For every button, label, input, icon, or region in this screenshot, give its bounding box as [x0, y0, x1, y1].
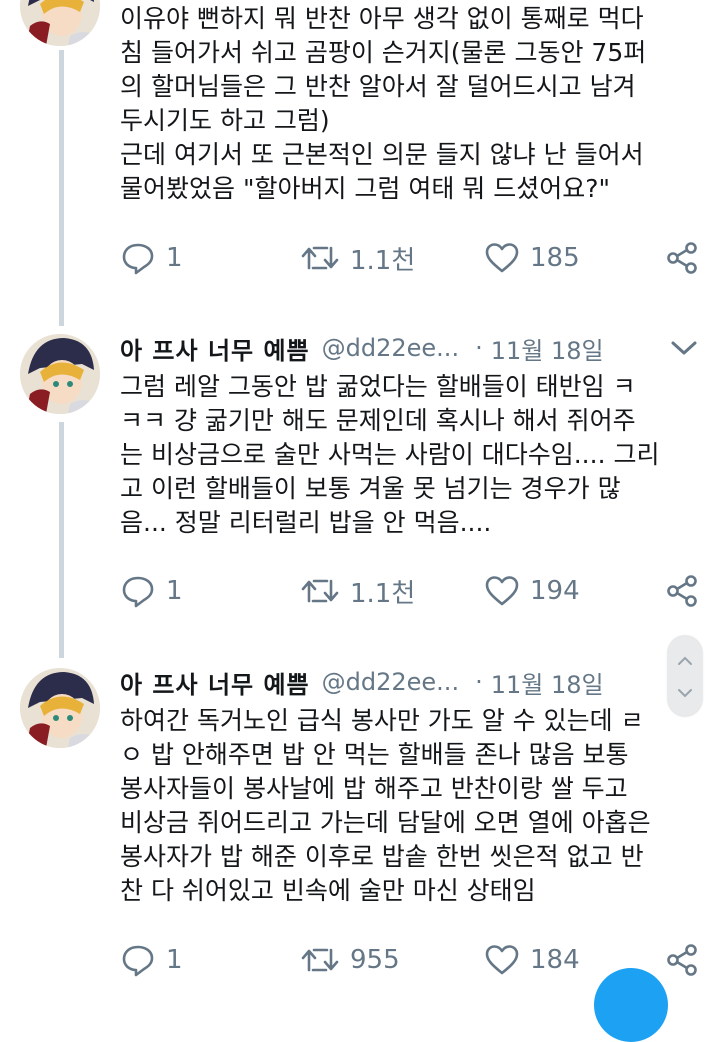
compose-tweet-button[interactable] [594, 968, 668, 1042]
more-options-button[interactable] [666, 330, 702, 366]
reply-count: 1 [166, 945, 183, 975]
retweet-button[interactable]: 955 [300, 940, 400, 980]
tweet-line: 의 할머님들은 그 반찬 알아서 잘 덜어드시고 남겨 [120, 72, 636, 101]
reply-count: 1 [166, 576, 183, 606]
share-button[interactable] [664, 940, 710, 980]
tweet-line: 고 이런 할배들이 보통 겨울 못 넘기는 경우가 많 [120, 474, 621, 503]
fast-scroll-handle[interactable] [668, 636, 702, 716]
retweet-button[interactable]: 1.1천 [300, 571, 415, 611]
thread-line-1 [59, 50, 64, 326]
retweet-icon [301, 246, 339, 270]
tweet-line: 비상금 쥐어드리고 가는데 담달에 오면 열에 아홉은 [120, 808, 651, 837]
tweet-actions: 1 1.1천 194 [120, 571, 710, 611]
like-count: 184 [530, 945, 580, 975]
like-count: 185 [530, 243, 580, 273]
tweet-text: 이유야 뻔하지 뭐 반찬 아무 생각 없이 통째로 먹다 침 들어가서 쉬고 곰… [120, 2, 700, 206]
author-name[interactable]: 아 프사 너무 예쁨 [120, 331, 310, 366]
tweet-line: 찬 다 쉬어있고 빈속에 술만 마신 상태임 [120, 876, 536, 905]
chevron-down-icon [671, 341, 697, 355]
tweet-date[interactable]: 11월 18일 [491, 331, 604, 366]
tweet-header: 아 프사 너무 예쁨 @dd22ee... · 11월 18일 [120, 664, 604, 700]
share-icon [667, 242, 697, 274]
tweet-line: ㅇ 밥 안해주면 밥 안 먹는 할배들 존나 많음 보통 [120, 740, 629, 769]
tweet-line: 이유야 뻔하지 뭐 반찬 아무 생각 없이 통째로 먹다 [120, 4, 644, 33]
tweet-line: 침 들어가서 쉬고 곰팡이 슨거지(물론 그동안 75퍼 [120, 38, 647, 67]
tweet-line: 물어봤었음 "할아버지 그럼 여태 뭐 드셨어요?" [120, 174, 611, 203]
heart-icon [485, 945, 519, 975]
tweet-line: 봉사자들이 봉사날에 밥 해주고 반찬이랑 쌀 두고 [120, 774, 628, 803]
like-button[interactable]: 185 [484, 238, 580, 278]
tweet-line: 근데 여기서 또 근본적인 의문 들지 않냐 난 들어서 [120, 140, 644, 169]
tweet-text: 하여간 독거노인 급식 봉사만 가도 알 수 있는데 ㄹ ㅇ 밥 안해주면 밥 … [120, 704, 700, 908]
reply-icon [122, 243, 154, 275]
tweet-actions: 1 1.1천 185 [120, 238, 710, 278]
like-button[interactable]: 194 [484, 571, 580, 611]
reply-button[interactable]: 1 [120, 238, 183, 278]
tweet-date[interactable]: 11월 18일 [491, 665, 604, 700]
heart-icon [485, 576, 519, 606]
retweet-count: 955 [350, 945, 400, 975]
reply-button[interactable]: 1 [120, 940, 183, 980]
like-count: 194 [530, 576, 580, 606]
separator-dot: · [475, 668, 483, 696]
share-button[interactable] [664, 238, 710, 278]
share-icon [667, 575, 697, 607]
reply-button[interactable]: 1 [120, 571, 183, 611]
reply-icon [122, 576, 154, 608]
retweet-icon [301, 579, 339, 603]
retweet-count: 1.1천 [350, 245, 416, 276]
thread-line-2 [59, 422, 64, 658]
tweet-line: 음... 정말 리터럴리 밥을 안 먹음.... [120, 508, 492, 537]
scroll-down-icon [668, 678, 702, 708]
tweet-line: 하여간 독거노인 급식 봉사만 가도 알 수 있는데 ㄹ [120, 706, 644, 735]
reply-icon [122, 945, 154, 977]
separator-dot: · [475, 334, 483, 362]
avatar[interactable] [20, 668, 100, 748]
heart-icon [485, 243, 519, 273]
tweet-line: ㅋㅋ 걍 굶기만 해도 문제인데 혹시나 해서 쥐어주 [120, 406, 636, 435]
avatar[interactable] [20, 334, 100, 414]
share-icon [667, 944, 697, 976]
retweet-count: 1.1천 [350, 578, 416, 609]
tweet-header: 아 프사 너무 예쁨 @dd22ee... · 11월 18일 [120, 330, 604, 366]
tweet-line: 그럼 레알 그동안 밥 굶었다는 할배들이 태반임 ㅋ [120, 372, 636, 401]
retweet-icon [301, 948, 339, 972]
scroll-up-icon [668, 646, 702, 676]
share-button[interactable] [664, 571, 710, 611]
like-button[interactable]: 184 [484, 940, 580, 980]
author-handle[interactable]: @dd22ee... [322, 668, 459, 696]
retweet-button[interactable]: 1.1천 [300, 238, 415, 278]
avatar[interactable] [20, 0, 100, 46]
tweet-line: 봉사자가 밥 해준 이후로 밥솥 한번 씻은적 없고 반 [120, 842, 644, 871]
tweet-line: 두시기도 하고 그럼) [120, 106, 330, 135]
reply-count: 1 [166, 243, 183, 273]
author-name[interactable]: 아 프사 너무 예쁨 [120, 665, 310, 700]
tweet-text: 그럼 레알 그동안 밥 굶었다는 할배들이 태반임 ㅋ ㅋㅋ 걍 굶기만 해도 … [120, 370, 700, 540]
tweet-line: 는 비상금으로 술만 사먹는 사람이 대다수임.... 그리 [120, 440, 660, 469]
author-handle[interactable]: @dd22ee... [322, 334, 459, 362]
